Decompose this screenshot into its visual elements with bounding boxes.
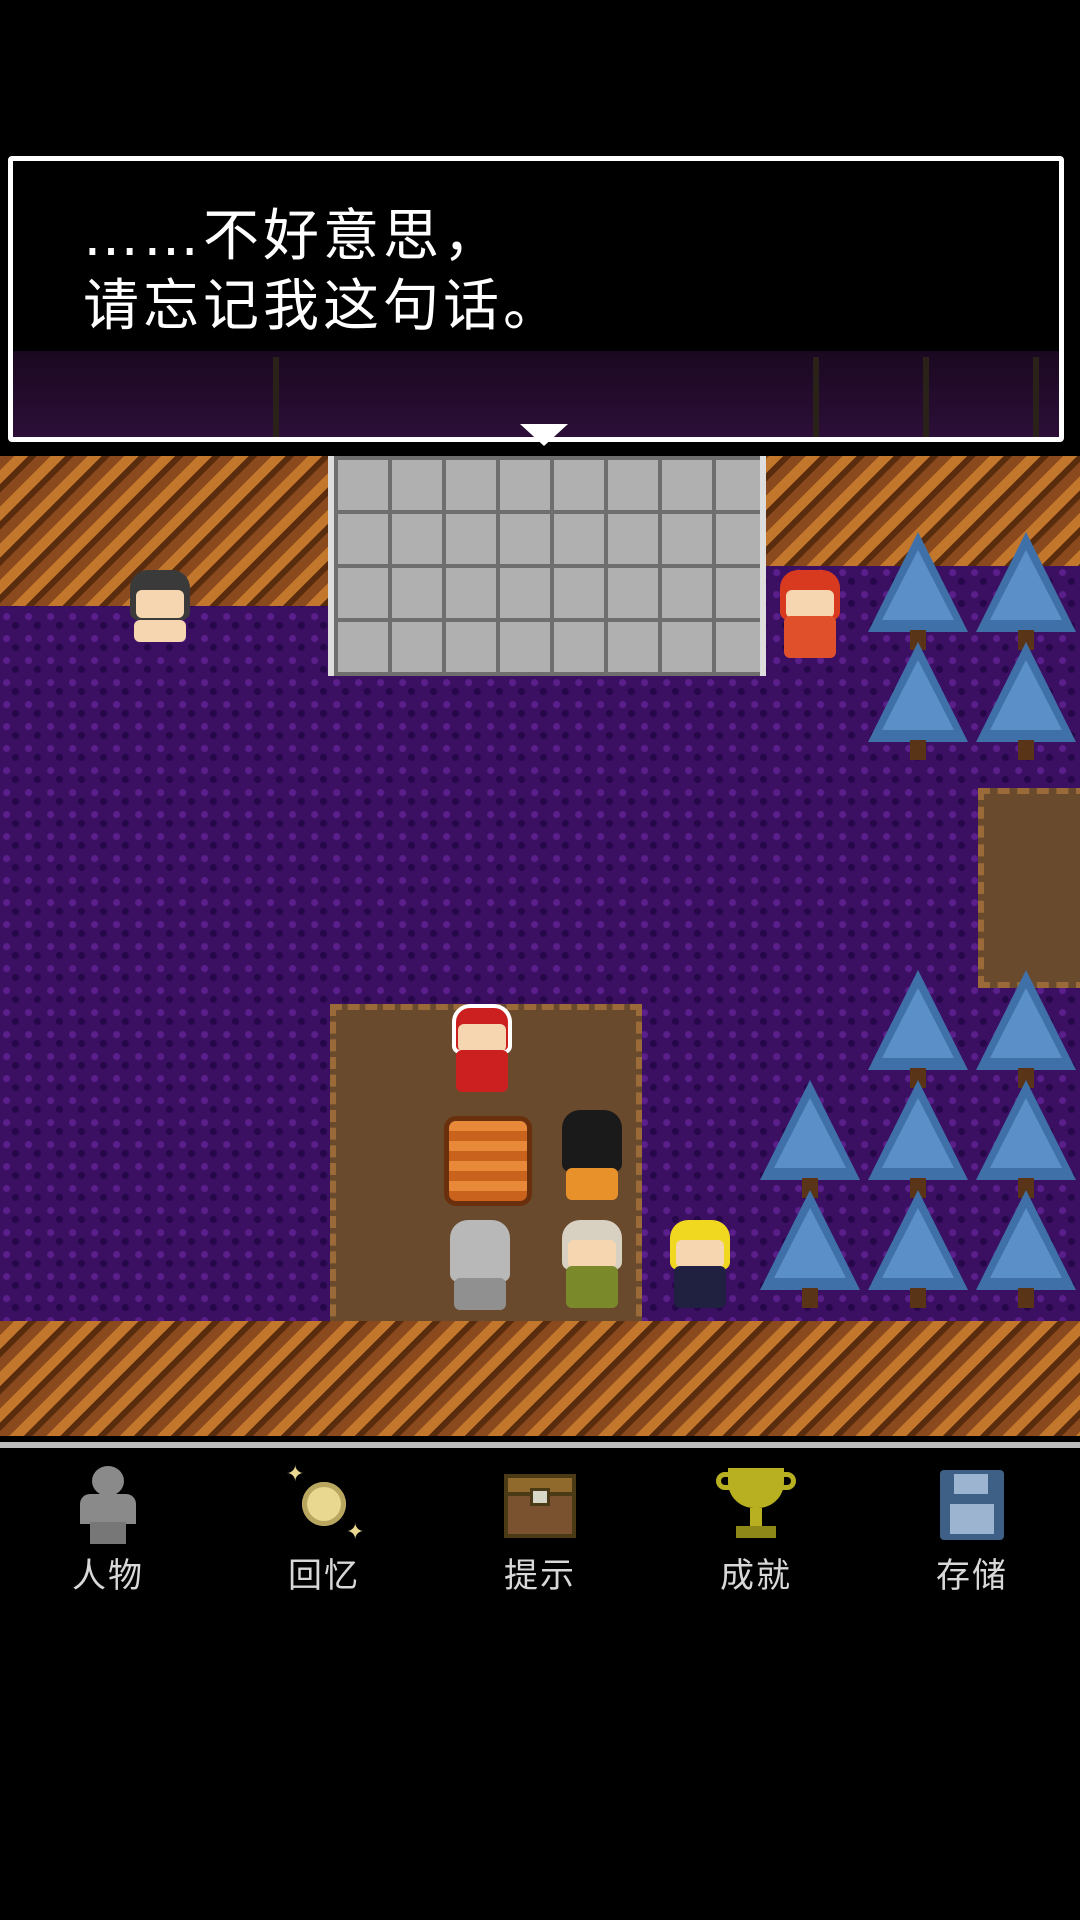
menu-label-characters: 人物 [72, 1556, 144, 1596]
dialog-text-area: ……不好意思， 请忘记我这句话。 [13, 161, 1059, 339]
pine-tree [868, 642, 968, 762]
pine-tree [760, 1080, 860, 1200]
npc-red-haired-girl[interactable] [770, 570, 850, 662]
bottom-menu: 人物 ✦ ✦ 回忆 提示 成就 存储 [0, 1448, 1080, 1608]
treasure-chest-icon [500, 1464, 580, 1544]
menu-item-achievements[interactable]: 成就 [648, 1448, 864, 1608]
dead-tree-silhouette [923, 357, 929, 437]
dialog-box[interactable]: ……不好意思， 请忘记我这句话。 [8, 156, 1064, 442]
menu-label-achievements: 成就 [720, 1556, 792, 1596]
rock-cliff [0, 1321, 1080, 1436]
game-map[interactable] [0, 456, 1080, 1436]
memory-orb-icon: ✦ ✦ [286, 1462, 365, 1545]
dialog-continue-arrow-icon[interactable] [520, 424, 568, 446]
pine-tree [976, 1080, 1076, 1200]
menu-item-hints[interactable]: 提示 [432, 1448, 648, 1608]
menu-label-save: 存储 [936, 1556, 1008, 1596]
npc-blonde-girl[interactable] [660, 1220, 740, 1312]
menu-item-characters[interactable]: 人物 [0, 1448, 216, 1608]
wooden-barrel[interactable] [444, 1116, 532, 1206]
npc-black-haired-boy[interactable] [552, 1110, 632, 1202]
menu-label-memories: 回忆 [288, 1556, 360, 1596]
dead-tree-silhouette [813, 357, 819, 437]
trophy-icon [716, 1464, 796, 1544]
pine-tree [976, 532, 1076, 652]
person-icon [68, 1464, 148, 1544]
menu-item-memories[interactable]: ✦ ✦ 回忆 [216, 1448, 432, 1608]
pine-tree [976, 1190, 1076, 1310]
npc-red-armored-hero[interactable] [442, 1004, 522, 1096]
dead-tree-silhouette [1033, 357, 1039, 437]
pine-tree [976, 970, 1076, 1090]
dialog-line-1: ……不好意思， [83, 204, 503, 269]
dialog-line-2: 请忘记我这句话。 [83, 274, 563, 339]
npc-old-woman[interactable] [120, 570, 200, 662]
pine-tree [868, 1190, 968, 1310]
menu-item-save[interactable]: 存储 [864, 1448, 1080, 1608]
pine-tree [976, 642, 1076, 762]
menu-label-hints: 提示 [504, 1556, 576, 1596]
pine-tree [868, 1080, 968, 1200]
floppy-disk-icon [932, 1464, 1012, 1544]
dirt-patch [978, 788, 1080, 988]
pine-tree [760, 1190, 860, 1310]
stone-wall [328, 456, 766, 676]
pine-tree [868, 532, 968, 652]
dead-tree-silhouette [273, 357, 279, 437]
npc-white-haired-elder[interactable] [552, 1220, 632, 1312]
pine-tree [868, 970, 968, 1090]
npc-silver-haired-knight[interactable] [440, 1220, 520, 1312]
